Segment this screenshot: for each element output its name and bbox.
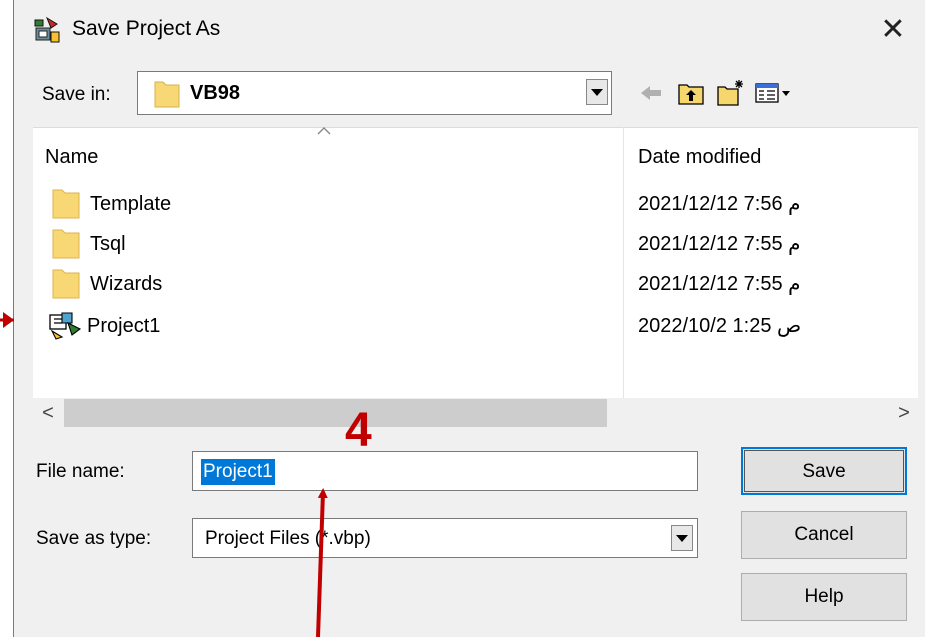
annotation-arrowhead-left xyxy=(3,312,14,328)
annotation-arrow-up xyxy=(316,488,328,637)
annotation-arrows xyxy=(0,312,328,637)
